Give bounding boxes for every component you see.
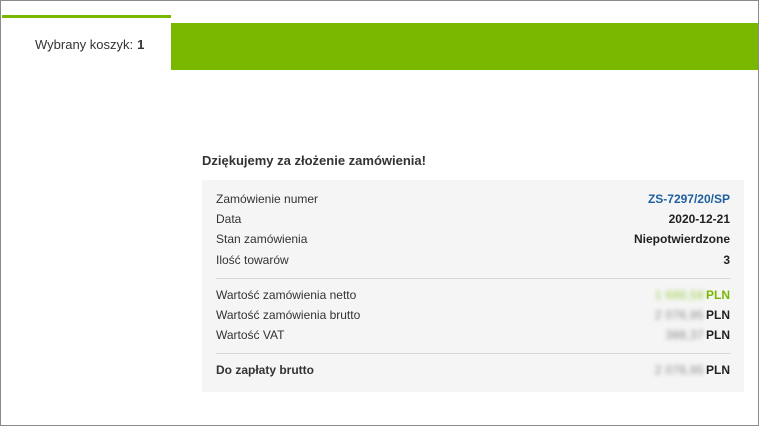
section-divider: [216, 278, 730, 279]
item-count-row: Ilość towarów 3: [216, 251, 730, 269]
gross-value-label: Wartość zamówienia brutto: [216, 308, 361, 322]
net-value-amount: 1 688,58 PLN: [655, 288, 730, 302]
gross-value-amount: 2 076,95 PLN: [655, 308, 730, 322]
order-date-value: 2020-12-21: [668, 212, 730, 226]
total-due-label: Do zapłaty brutto: [216, 363, 314, 377]
vat-value-row: Wartość VAT 388,37 PLN: [216, 326, 730, 344]
total-due-currency: PLN: [706, 363, 730, 377]
order-status-label: Stan zamówienia: [216, 232, 308, 246]
tab-selected-cart-label: Wybrany koszyk:: [35, 37, 134, 52]
section-divider: [216, 353, 730, 354]
order-number-link[interactable]: ZS-7297/20/SP: [648, 192, 730, 206]
net-value-label: Wartość zamówienia netto: [216, 288, 357, 302]
tab-bar-accent-strip: [170, 23, 758, 70]
vat-value-number: 388,37: [665, 328, 704, 342]
total-due-number: 2 076,95: [654, 363, 704, 377]
gross-value-number: 2 076,95: [654, 308, 704, 322]
page-frame: Wybrany koszyk: 1 Dziękujemy za złożenie…: [0, 0, 759, 426]
order-number-label: Zamówienie numer: [216, 192, 319, 206]
net-value-row: Wartość zamówienia netto 1 688,58 PLN: [216, 286, 730, 304]
order-status-row: Stan zamówienia Niepotwierdzone: [216, 230, 730, 248]
tab-selected-cart-count: 1: [137, 37, 145, 52]
order-number-row: Zamówienie numer ZS-7297/20/SP: [216, 190, 730, 208]
gross-value-currency: PLN: [706, 308, 730, 322]
item-count-label: Ilość towarów: [216, 253, 289, 267]
gross-value-row: Wartość zamówienia brutto 2 076,95 PLN: [216, 306, 730, 324]
order-status-value: Niepotwierdzone: [633, 232, 730, 246]
order-date-row: Data 2020-12-21: [216, 210, 730, 228]
total-due-amount: 2 076,95 PLN: [655, 363, 730, 377]
order-date-label: Data: [216, 212, 242, 226]
order-summary-panel: Zamówienie numer ZS-7297/20/SP Data 2020…: [202, 180, 744, 392]
tab-selected-cart[interactable]: Wybrany koszyk: 1: [2, 15, 171, 71]
vat-value-amount: 388,37 PLN: [665, 328, 730, 342]
total-due-row: Do zapłaty brutto 2 076,95 PLN: [216, 361, 730, 379]
confirmation-title: Dziękujemy za złożenie zamówienia!: [202, 153, 426, 168]
item-count-value: 3: [723, 253, 730, 267]
net-value-number: 1 688,58: [654, 288, 704, 302]
net-value-currency: PLN: [706, 288, 730, 302]
vat-value-label: Wartość VAT: [216, 328, 285, 342]
cart-tab-bar: Wybrany koszyk: 1: [2, 1, 758, 71]
vat-value-currency: PLN: [706, 328, 730, 342]
